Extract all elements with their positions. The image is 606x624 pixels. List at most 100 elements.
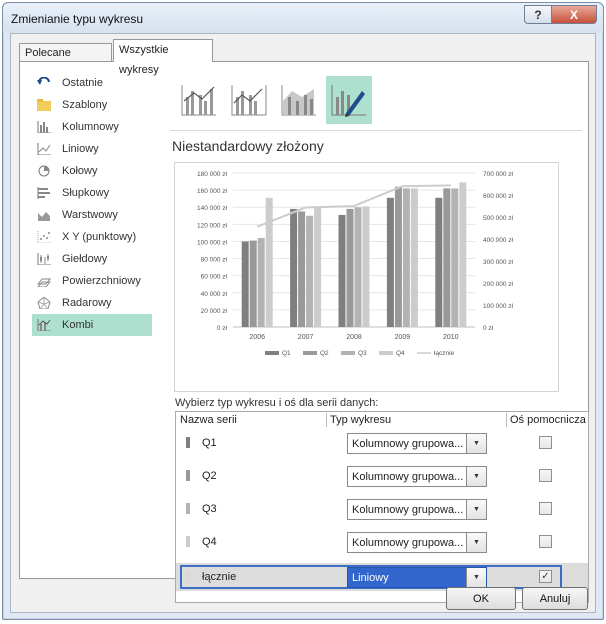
y-tick-label: 40 000 zł [201, 291, 228, 298]
series-row-q3: Q3 Kolumnowy grupowa... ▼ [176, 495, 588, 523]
area-chart-icon [36, 208, 52, 222]
sidebar-item-stock[interactable]: Giełdowy [32, 248, 152, 270]
sidebar-item-line[interactable]: Liniowy [32, 138, 152, 160]
dropdown-value: Kolumnowy grupowa... [352, 471, 464, 483]
chart-type-dropdown[interactable]: Kolumnowy grupowa... ▼ [347, 433, 487, 454]
sidebar-item-radar[interactable]: Radarowy [32, 292, 152, 314]
series-swatch [186, 470, 190, 481]
chevron-down-icon[interactable]: ▼ [466, 568, 486, 587]
sidebar-item-bar[interactable]: Słupkowy [32, 182, 152, 204]
preview-title: Niestandardowy złożony [172, 138, 324, 154]
sidebar-item-label: Liniowy [62, 143, 99, 155]
series-swatch [186, 571, 190, 582]
sidebar-item-area[interactable]: Warstwowy [32, 204, 152, 226]
y2-tick-label: 300 000 zł [483, 259, 514, 266]
radar-chart-icon [36, 296, 52, 310]
secondary-axis-checkbox[interactable] [539, 436, 552, 449]
line-chart-icon [36, 142, 52, 156]
chart-preview: 0 zł 20 000 zł 40 000 zł 60 000 zł 80 000 zł… [174, 162, 559, 392]
sidebar-item-combo[interactable]: Kombi [32, 314, 152, 336]
sidebar-item-label: Szablony [62, 99, 108, 111]
secondary-axis-checkbox[interactable] [539, 535, 552, 548]
chevron-down-icon[interactable]: ▼ [466, 467, 486, 486]
chart-type-dropdown[interactable]: Kolumnowy grupowa... ▼ [347, 466, 487, 487]
dropdown-value: Kolumnowy grupowa... [352, 438, 464, 450]
y-tick-label: 160 000 zł [197, 188, 228, 195]
subtype-custom-combination[interactable] [326, 76, 372, 124]
series-name: Q4 [202, 536, 217, 548]
series-row-q1: Q1 Kolumnowy grupowa... ▼ [176, 429, 588, 457]
sidebar-item-column[interactable]: Kolumnowy [32, 116, 152, 138]
sidebar-item-pie[interactable]: Kołowy [32, 160, 152, 182]
bar-q4-2010 [459, 182, 467, 327]
dialog-title: Zmienianie typu wykresu [11, 12, 144, 26]
subtype-column-line-secondary[interactable] [226, 76, 272, 124]
help-button[interactable]: ? [524, 5, 551, 24]
bar-q1-2006 [241, 241, 249, 327]
secondary-axis-checkbox[interactable] [539, 502, 552, 515]
column-chart-icon [36, 120, 52, 134]
chevron-down-icon[interactable]: ▼ [466, 434, 486, 453]
sidebar-item-label: Giełdowy [62, 253, 108, 265]
line-series-total [256, 184, 451, 228]
x-tick-label: 2007 [298, 334, 314, 341]
sidebar-item-scatter[interactable]: X Y (punktowy) [32, 226, 152, 248]
series-swatch [186, 437, 190, 448]
chart-type-dropdown[interactable]: Kolumnowy grupowa... ▼ [347, 532, 487, 553]
chart-type-dropdown[interactable]: Liniowy ▼ [347, 567, 487, 588]
close-button[interactable]: X [551, 5, 597, 24]
subtype-stacked-area-column[interactable] [276, 76, 322, 124]
chevron-down-icon[interactable]: ▼ [466, 500, 486, 519]
bar-q1-2009 [386, 197, 394, 327]
bar-chart-icon [36, 186, 52, 200]
column-header-secondary-axis: Oś pomocnicza [510, 414, 586, 426]
x-tick-label: 2006 [249, 334, 265, 341]
tab-all-charts[interactable]: Wszystkie wykresy [113, 39, 213, 76]
bar-q1-2007 [290, 208, 298, 327]
x-tick-label: 2010 [443, 334, 459, 341]
sidebar-item-label: Powierzchniowy [62, 275, 141, 287]
secondary-axis-checkbox[interactable]: ✓ [539, 570, 552, 583]
subtype-clustered-column-line[interactable] [176, 76, 222, 124]
bar-q2-2010 [443, 188, 451, 327]
sidebar-item-label: Słupkowy [62, 187, 110, 199]
legend-label: Q1 [282, 350, 291, 357]
y2-tick-label: 700 000 zł [483, 171, 514, 178]
change-chart-type-dialog: Zmienianie typu wykresu ? X Polecane wyk… [2, 2, 604, 620]
sidebar-item-label: Warstwowy [62, 209, 118, 221]
series-swatch [186, 536, 190, 547]
chevron-down-icon[interactable]: ▼ [466, 533, 486, 552]
y-tick-label: 0 zł [217, 325, 228, 332]
y2-tick-label: 0 zł [483, 325, 494, 332]
chart-type-dropdown[interactable]: Kolumnowy grupowa... ▼ [347, 499, 487, 520]
scatter-chart-icon [36, 230, 52, 244]
series-table: Nazwa serii Typ wykresu Oś pomocnicza Q1… [175, 411, 589, 603]
sidebar-item-label: Radarowy [62, 297, 112, 309]
sidebar-item-templates[interactable]: Szablony [32, 94, 152, 116]
bar-q4-2007 [314, 207, 322, 327]
x-tick-label: 2008 [346, 334, 362, 341]
title-bar: Zmienianie typu wykresu ? X [3, 3, 603, 33]
y2-tick-label: 600 000 zł [483, 193, 514, 200]
combo-chart-icon [36, 318, 52, 332]
y-tick-label: 100 000 zł [197, 239, 228, 246]
legend-label: Q2 [320, 350, 329, 357]
sidebar-item-surface[interactable]: Powierzchniowy [32, 270, 152, 292]
secondary-axis-checkbox[interactable] [539, 469, 552, 482]
cancel-button[interactable]: Anuluj [522, 587, 588, 610]
y2-tick-label: 200 000 zł [483, 281, 514, 288]
y-tick-label: 180 000 zł [197, 171, 228, 178]
bar-q4-2008 [362, 206, 370, 327]
y2-tick-label: 100 000 zł [483, 303, 514, 310]
series-name: Q2 [202, 470, 217, 482]
y2-tick-label: 500 000 zł [483, 215, 514, 222]
series-row-q2: Q2 Kolumnowy grupowa... ▼ [176, 462, 588, 490]
x-tick-label: 2009 [395, 334, 411, 341]
sidebar-item-label: Kolumnowy [62, 121, 119, 133]
series-name: Q3 [202, 503, 217, 515]
ok-button[interactable]: OK [446, 587, 516, 610]
header-divider [506, 413, 507, 427]
bar-q2-2008 [346, 208, 354, 327]
series-prompt: Wybierz typ wykresu i oś dla serii danyc… [175, 397, 379, 409]
tab-recommended-charts[interactable]: Polecane wykresy [19, 43, 112, 77]
